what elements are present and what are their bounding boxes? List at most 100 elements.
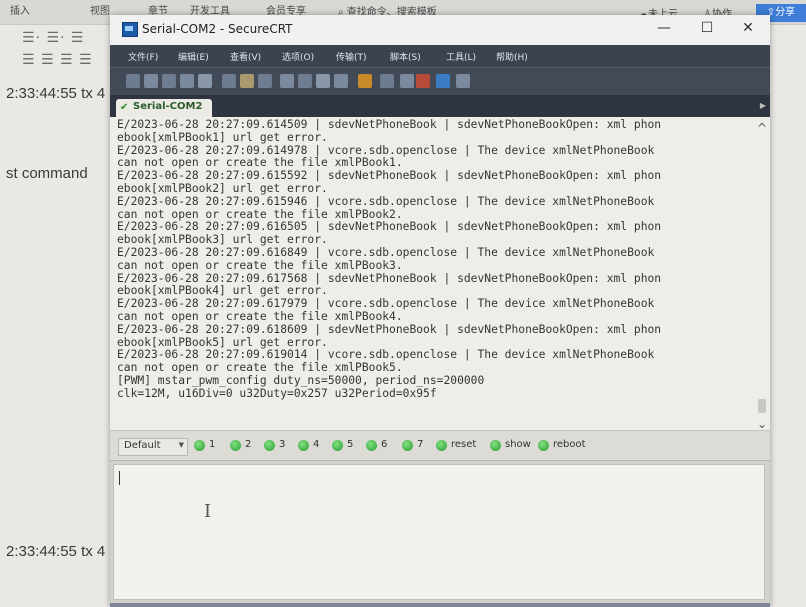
help-icon[interactable] <box>436 74 450 88</box>
sftp-icon[interactable] <box>358 74 372 88</box>
green-button-icon <box>436 440 447 451</box>
text-caret <box>119 471 120 485</box>
session-tab-bar: ✔ Serial-COM2 ▶ <box>110 95 770 117</box>
terminal-line: ebook[xmlPBook2] url get error. <box>117 182 328 195</box>
terminal-line: can not open or create the file xmlPBook… <box>117 362 403 375</box>
tools-icon[interactable] <box>400 74 414 88</box>
terminal-output[interactable]: E/2023-06-28 20:27:09.614509 | sdevNetPh… <box>110 117 770 430</box>
terminal-line: E/2023-06-28 20:27:09.614509 | sdevNetPh… <box>117 119 662 131</box>
minimize-button[interactable]: — <box>652 20 676 36</box>
terminal-line: E/2023-06-28 20:27:09.617568 | sdevNetPh… <box>117 272 662 285</box>
keygen-icon[interactable] <box>416 74 430 88</box>
terminal-line: E/2023-06-28 20:27:09.618609 | sdevNetPh… <box>117 323 662 336</box>
copy-icon[interactable] <box>222 74 236 88</box>
menu-file[interactable]: 文件(F) <box>128 50 158 63</box>
tab-scroll-icon[interactable]: ▶ <box>760 101 766 110</box>
connect-tab-icon[interactable] <box>162 74 176 88</box>
connect-icon[interactable] <box>126 74 140 88</box>
session-options-icon[interactable] <box>298 74 312 88</box>
bg-menu-insert[interactable]: 插入 <box>10 2 30 17</box>
terminal-line: ebook[xmlPBook1] url get error. <box>117 131 328 144</box>
button-bar-button-label: 1 <box>209 439 216 450</box>
securecrt-window: Serial-COM2 - SecureCRT — ☐ ✕ 文件(F) 编辑(E… <box>110 15 770 607</box>
green-button-icon <box>402 440 413 451</box>
tab-label: Serial-COM2 <box>133 101 203 112</box>
ibeam-cursor-icon: I <box>204 501 212 522</box>
button-bar-button-label: 7 <box>417 439 424 450</box>
menu-transfer[interactable]: 传输(T) <box>336 50 367 63</box>
menu-options[interactable]: 选项(O) <box>282 50 314 63</box>
scroll-down-icon[interactable]: ⌄ <box>757 417 767 430</box>
green-button-icon <box>264 440 275 451</box>
bg-doc-text-2: st command <box>6 165 88 182</box>
button-bar-button-label: 6 <box>381 439 388 450</box>
terminal-line: can not open or create the file xmlPBook… <box>117 157 403 170</box>
green-button-icon <box>230 440 241 451</box>
terminal-text: E/2023-06-28 20:27:09.614509 | sdevNetPh… <box>117 119 757 401</box>
menu-bar: 文件(F) 编辑(E) 查看(V) 选项(O) 传输(T) 脚本(S) 工具(L… <box>110 45 770 67</box>
quick-connect-icon[interactable] <box>144 74 158 88</box>
terminal-line: ebook[xmlPBook5] url get error. <box>117 336 328 349</box>
button-bar-button-label: 3 <box>279 439 286 450</box>
button-bar-button-label: 2 <box>245 439 252 450</box>
print-icon[interactable] <box>280 74 294 88</box>
green-button-icon <box>538 440 549 451</box>
close-button[interactable]: ✕ <box>736 20 760 36</box>
terminal-line: E/2023-06-28 20:27:09.616849 | vcore.sdb… <box>117 246 655 259</box>
green-button-icon <box>490 440 501 451</box>
terminal-line: can not open or create the file xmlPBook… <box>117 208 403 221</box>
menu-script[interactable]: 脚本(S) <box>390 50 421 63</box>
menu-edit[interactable]: 编辑(E) <box>178 50 209 63</box>
button-bar-select[interactable]: Default ▼ <box>118 438 188 456</box>
menu-view[interactable]: 查看(V) <box>230 50 261 63</box>
bg-doc-text-3: 2:33:44:55 tx 4 <box>6 543 106 560</box>
terminal-line: ebook[xmlPBook4] url get error. <box>117 285 328 298</box>
reconnect-icon[interactable] <box>180 74 194 88</box>
status-bar <box>110 603 770 607</box>
bg-doc-text-1: 2:33:44:55 tx 4 <box>6 85 106 102</box>
find-icon[interactable] <box>258 74 272 88</box>
scroll-up-icon[interactable]: ^ <box>757 121 767 135</box>
terminal-line: can not open or create the file xmlPBook… <box>117 310 403 323</box>
button-bar-button-label: reset <box>451 439 477 450</box>
bg-list-format-row[interactable]: ☰· ☰· ☰ <box>22 30 84 46</box>
bg-align-row[interactable]: ☰ ☰ ☰ ☰ <box>22 52 93 68</box>
paste-icon[interactable] <box>240 74 254 88</box>
chevron-down-icon: ▼ <box>178 441 184 449</box>
main-toolbar <box>110 67 770 96</box>
terminal-line: E/2023-06-28 20:27:09.615592 | sdevNetPh… <box>117 170 662 183</box>
tab-serial-com2[interactable]: ✔ Serial-COM2 <box>116 99 212 117</box>
green-button-icon <box>366 440 377 451</box>
key-map-icon[interactable] <box>334 74 348 88</box>
terminal-line: can not open or create the file xmlPBook… <box>117 259 403 272</box>
button-bar-button-label: 4 <box>313 439 320 450</box>
terminal-line: E/2023-06-28 20:27:09.614978 | vcore.sdb… <box>117 144 655 157</box>
settings-icon[interactable] <box>380 74 394 88</box>
terminal-line: E/2023-06-28 20:27:09.619014 | vcore.sdb… <box>117 349 655 362</box>
bg-share-label: 分享 <box>775 7 796 18</box>
maximize-button[interactable]: ☐ <box>695 20 719 36</box>
button-bar-button-label: 5 <box>347 439 354 450</box>
about-icon[interactable] <box>456 74 470 88</box>
button-bar-button-label: reboot <box>553 439 586 450</box>
terminal-line: E/2023-06-28 20:27:09.615946 | vcore.sdb… <box>117 195 655 208</box>
disconnect-icon[interactable] <box>198 74 212 88</box>
menu-tools[interactable]: 工具(L) <box>446 50 476 63</box>
chat-input[interactable]: I <box>113 464 765 600</box>
global-options-icon[interactable] <box>316 74 330 88</box>
menu-help[interactable]: 帮助(H) <box>496 50 528 63</box>
green-button-icon <box>194 440 205 451</box>
button-bar-select-value: Default <box>124 440 161 451</box>
button-bar-button-label: show <box>505 439 531 450</box>
green-button-icon <box>332 440 343 451</box>
green-button-icon <box>298 440 309 451</box>
chat-window: I <box>110 460 770 604</box>
scrollbar-thumb[interactable] <box>758 399 766 413</box>
bg-menu-view[interactable]: 视图 <box>90 2 110 17</box>
check-icon: ✔ <box>120 102 129 113</box>
terminal-line: [PWM] mstar_pwm_config duty_ns=50000, pe… <box>117 374 485 387</box>
terminal-line: ebook[xmlPBook3] url get error. <box>117 234 328 247</box>
title-bar[interactable]: Serial-COM2 - SecureCRT — ☐ ✕ <box>110 15 770 45</box>
terminal-line: E/2023-06-28 20:27:09.617979 | vcore.sdb… <box>117 298 655 311</box>
terminal-line: E/2023-06-28 20:27:09.616505 | sdevNetPh… <box>117 221 662 234</box>
